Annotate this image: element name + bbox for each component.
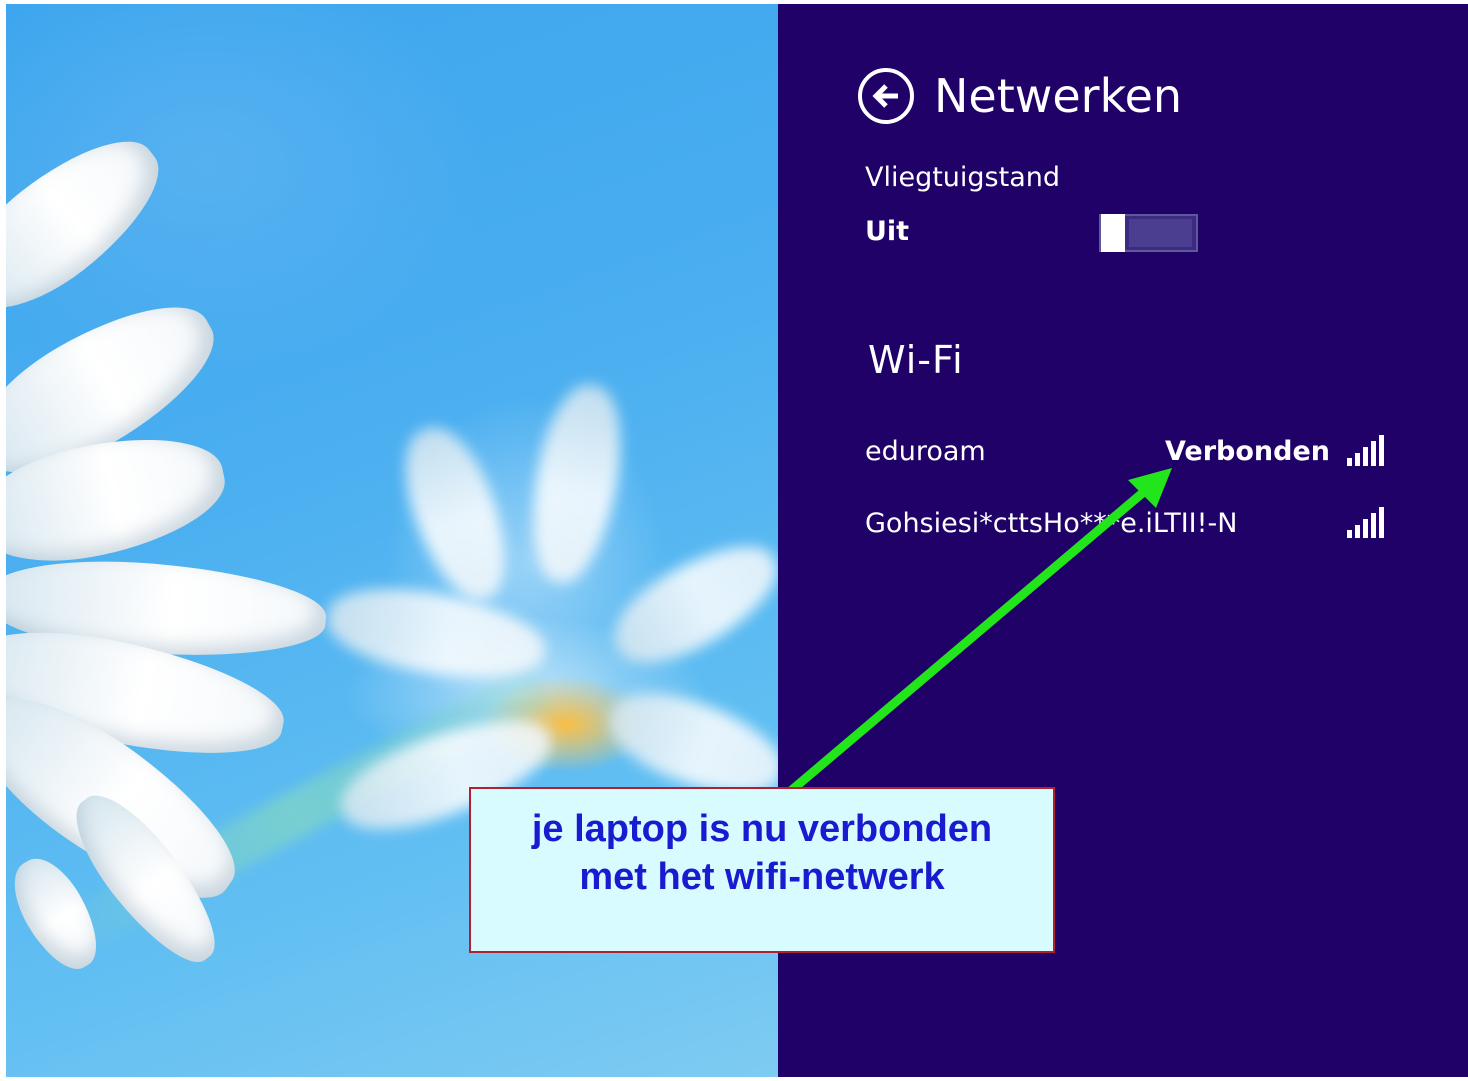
callout-line-2: met het wifi-netwerk xyxy=(579,856,945,898)
screenshot-frame: Netwerken Vliegtuigstand Uit Wi-Fi eduro… xyxy=(6,4,1468,1077)
annotation-callout: je laptop is nu verbonden met het wifi-n… xyxy=(469,787,1055,953)
callout-line-1: je laptop is nu verbonden xyxy=(531,808,993,850)
